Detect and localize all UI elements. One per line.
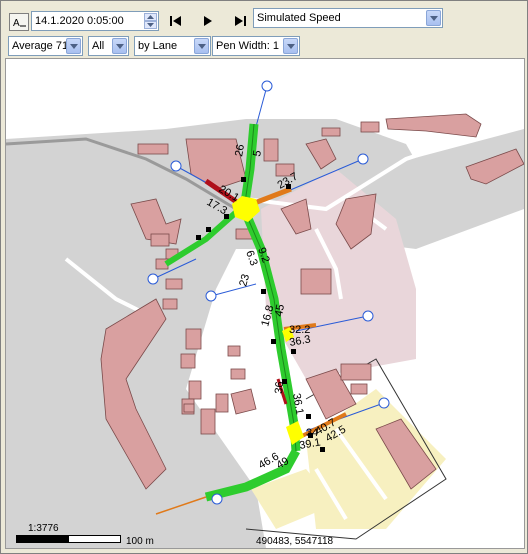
datetime-spin-up[interactable] — [144, 13, 157, 21]
pen-width-select[interactable]: Pen Width: 1 — [212, 36, 300, 56]
speed-label: 45 — [273, 303, 287, 317]
scale-ratio: 1:3776 — [28, 523, 59, 534]
datetime-spin-down[interactable] — [144, 21, 157, 29]
layers-button[interactable]: A — [9, 13, 29, 31]
map-view[interactable]: 20.1 17.3 26 5 23.7 9.2 6.3 23 16.8 45 3… — [5, 58, 525, 549]
filter-select[interactable]: All — [88, 36, 129, 56]
chevron-down-icon[interactable] — [194, 38, 209, 54]
chevron-up-icon — [147, 15, 154, 19]
svg-text:A: A — [13, 18, 20, 29]
skip-forward-icon — [235, 16, 246, 26]
play-icon — [204, 16, 212, 26]
filter-selected: All — [92, 40, 105, 52]
layers-icon: A — [13, 18, 26, 29]
map-canvas[interactable]: 20.1 17.3 26 5 23.7 9.2 6.3 23 16.8 45 3… — [6, 59, 524, 548]
scale-bar — [16, 535, 121, 543]
skip-back-button[interactable] — [165, 10, 187, 32]
speed-label: 26 — [233, 143, 247, 157]
datetime-value: 14.1.2020 0:05:00 — [35, 15, 124, 27]
chevron-down-icon[interactable] — [66, 38, 81, 54]
chevron-down-icon[interactable] — [112, 38, 127, 54]
app-window: A 14.1.2020 0:05:00 Simulated Speed Aver… — [0, 0, 528, 554]
scale-distance: 100 m — [126, 536, 154, 547]
group-selected: by Lane — [138, 40, 178, 52]
coordinates-readout: 490483, 5547118 — [256, 536, 334, 547]
chevron-down-icon[interactable] — [426, 10, 441, 26]
datetime-input[interactable]: 14.1.2020 0:05:00 — [31, 11, 159, 31]
group-select[interactable]: by Lane — [134, 36, 211, 56]
chevron-down-icon — [147, 23, 154, 27]
speed-label: 36 — [273, 381, 286, 394]
measure-selected: Simulated Speed — [257, 12, 341, 24]
chevron-down-icon[interactable] — [283, 38, 298, 54]
pen-width-selected: Pen Width: 1 — [216, 40, 279, 52]
play-button[interactable] — [197, 10, 219, 32]
measure-select[interactable]: Simulated Speed — [253, 8, 443, 28]
average-select[interactable]: Average 71 — [8, 36, 83, 56]
average-selected: Average 71 — [12, 40, 69, 52]
skip-forward-button[interactable] — [229, 10, 251, 32]
scale-bar-fill — [17, 536, 69, 542]
skip-back-icon — [170, 16, 181, 26]
